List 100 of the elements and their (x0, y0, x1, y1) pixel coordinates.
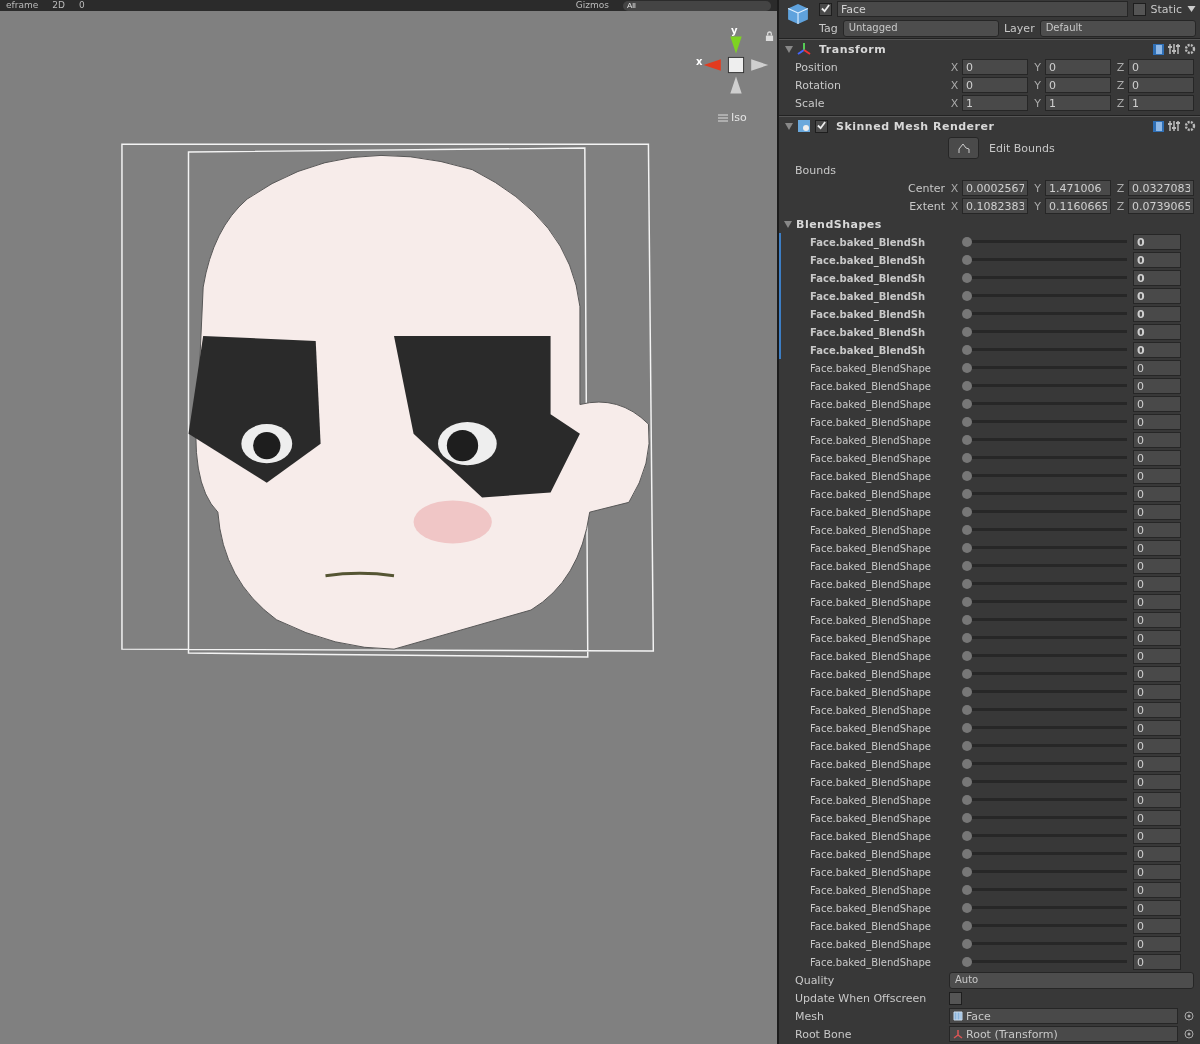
slider-thumb[interactable] (962, 417, 972, 427)
value-field[interactable]: 0 (962, 77, 1028, 93)
value-field[interactable]: 0 (1133, 882, 1181, 898)
lock-icon[interactable] (765, 31, 774, 42)
sliders-icon[interactable] (1168, 43, 1180, 55)
slider-thumb[interactable] (962, 813, 972, 823)
value-field[interactable]: 0 (1133, 486, 1181, 502)
active-checkbox[interactable] (819, 2, 832, 16)
toolbar-item[interactable]: 2D (52, 0, 65, 11)
slider-thumb[interactable] (962, 453, 972, 463)
value-field[interactable]: 0 (1133, 738, 1181, 754)
enabled-checkbox[interactable] (815, 119, 828, 133)
value-field[interactable]: 0 (1133, 468, 1181, 484)
value-field[interactable]: 0 (1128, 77, 1194, 93)
slider-thumb[interactable] (962, 957, 972, 967)
update-offscreen-checkbox[interactable] (949, 991, 962, 1005)
value-field[interactable]: 0 (1133, 612, 1181, 628)
slider-thumb[interactable] (962, 309, 972, 319)
value-field[interactable]: 0 (1133, 306, 1181, 322)
help-book-icon[interactable] (1153, 120, 1164, 132)
slider-thumb[interactable] (962, 507, 972, 517)
slider-thumb[interactable] (962, 705, 972, 715)
slider-thumb[interactable] (962, 759, 972, 769)
value-field[interactable]: 0 (1133, 234, 1181, 250)
value-field[interactable]: 0 (1133, 900, 1181, 916)
value-field[interactable]: 0 (1133, 828, 1181, 844)
slider-thumb[interactable] (962, 489, 972, 499)
value-field[interactable]: 0 (1133, 864, 1181, 880)
sliders-icon[interactable] (1168, 120, 1180, 132)
slider-thumb[interactable] (962, 435, 972, 445)
slider-thumb[interactable] (962, 867, 972, 877)
name-field[interactable]: Face (837, 1, 1128, 17)
slider-thumb[interactable] (962, 939, 972, 949)
slider-thumb[interactable] (962, 399, 972, 409)
value-field[interactable]: 0 (1133, 954, 1181, 970)
slider-thumb[interactable] (962, 741, 972, 751)
foldout-arrow-icon[interactable] (784, 220, 792, 228)
value-field[interactable]: 0 (1133, 720, 1181, 736)
value-field[interactable]: 1 (962, 95, 1028, 111)
toolbar-item[interactable]: Gizmos (575, 0, 609, 11)
value-field[interactable]: 0 (1133, 270, 1181, 286)
slider-thumb[interactable] (962, 633, 972, 643)
slider-thumb[interactable] (962, 273, 972, 283)
slider-thumb[interactable] (962, 687, 972, 697)
value-field[interactable]: 0 (1133, 288, 1181, 304)
slider-thumb[interactable] (962, 669, 972, 679)
toolbar-item[interactable]: eframe (6, 0, 39, 11)
value-field[interactable]: 1 (1045, 95, 1111, 111)
value-field[interactable]: 0 (1133, 450, 1181, 466)
slider-thumb[interactable] (962, 471, 972, 481)
slider-thumb[interactable] (962, 615, 972, 625)
value-field[interactable]: 0 (962, 59, 1028, 75)
value-field[interactable]: 0.0002567 (962, 180, 1028, 196)
value-field[interactable]: 0.1082383 (962, 198, 1028, 214)
slider-thumb[interactable] (962, 561, 972, 571)
search-field[interactable]: All (623, 0, 771, 11)
settings-icon[interactable] (1184, 43, 1196, 55)
value-field[interactable]: 0 (1133, 648, 1181, 664)
slider-thumb[interactable] (962, 795, 972, 805)
value-field[interactable]: 0 (1133, 774, 1181, 790)
value-field[interactable]: 0 (1133, 846, 1181, 862)
toolbar-item[interactable]: 0 (78, 0, 85, 11)
layer-dropdown[interactable]: Default (1039, 19, 1196, 37)
value-field[interactable]: 1 (1128, 95, 1194, 111)
foldout-arrow-icon[interactable] (785, 45, 793, 53)
quality-dropdown[interactable]: Auto (949, 971, 1194, 989)
mesh-field[interactable]: Face (949, 1008, 1178, 1024)
value-field[interactable]: 1.471006 (1045, 180, 1111, 196)
help-book-icon[interactable] (1153, 43, 1164, 55)
slider-thumb[interactable] (962, 921, 972, 931)
value-field[interactable]: 0 (1133, 252, 1181, 268)
value-field[interactable]: 0 (1045, 77, 1111, 93)
slider-thumb[interactable] (962, 831, 972, 841)
value-field[interactable]: 0 (1133, 576, 1181, 592)
slider-thumb[interactable] (962, 903, 972, 913)
slider-thumb[interactable] (962, 327, 972, 337)
value-field[interactable]: 0 (1128, 59, 1194, 75)
slider-thumb[interactable] (962, 651, 972, 661)
slider-thumb[interactable] (962, 849, 972, 859)
value-field[interactable]: 0 (1133, 342, 1181, 358)
settings-icon[interactable] (1184, 120, 1196, 132)
slider-thumb[interactable] (962, 345, 972, 355)
value-field[interactable]: 0 (1133, 594, 1181, 610)
value-field[interactable]: 0 (1133, 936, 1181, 952)
value-field[interactable]: 0.0327083 (1128, 180, 1194, 196)
slider-thumb[interactable] (962, 777, 972, 787)
edit-bounds-button[interactable] (948, 137, 979, 159)
menu-icon[interactable] (718, 113, 728, 122)
root-bone-field[interactable]: Root (Transform) (949, 1026, 1178, 1042)
value-field[interactable]: 0 (1133, 810, 1181, 826)
slider-thumb[interactable] (962, 723, 972, 733)
value-field[interactable]: 0 (1133, 558, 1181, 574)
value-field[interactable]: 0 (1133, 684, 1181, 700)
value-field[interactable]: 0 (1133, 666, 1181, 682)
slider-thumb[interactable] (962, 237, 972, 247)
value-field[interactable]: 0 (1133, 396, 1181, 412)
value-field[interactable]: 0 (1133, 630, 1181, 646)
tag-dropdown[interactable]: Untagged (842, 19, 999, 37)
slider-thumb[interactable] (962, 543, 972, 553)
value-field[interactable]: 0 (1133, 756, 1181, 772)
